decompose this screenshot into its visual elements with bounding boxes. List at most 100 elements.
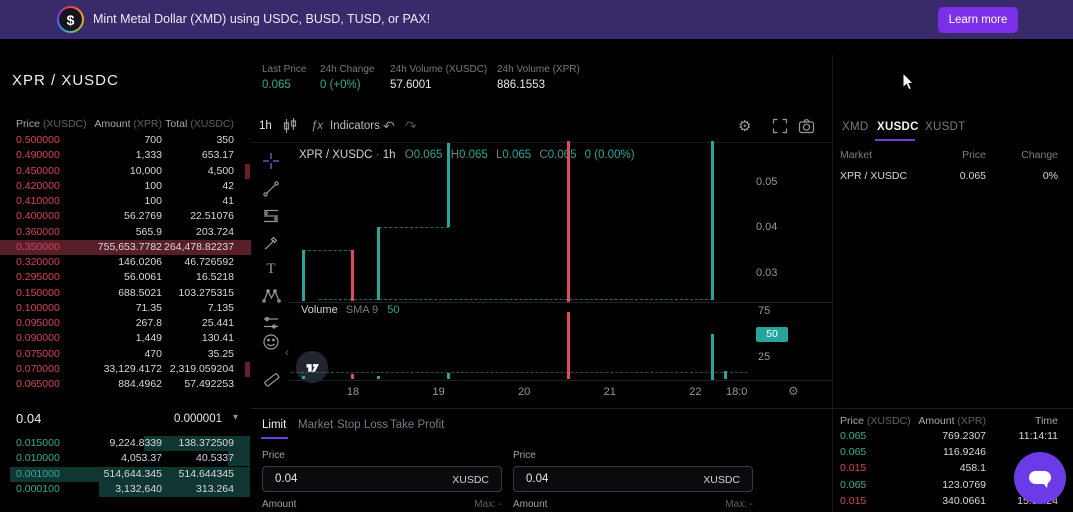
volume-bar	[447, 373, 451, 380]
amount-cell: 10,000	[129, 164, 162, 177]
price-cell: 0.360000	[16, 225, 60, 238]
total-cell: 653.17	[201, 149, 234, 162]
price-cell: 0.150000	[16, 286, 60, 299]
crosshair-icon[interactable]	[260, 150, 282, 172]
stat-label: 24h Volume (XUSDC)	[390, 64, 488, 75]
total-cell: 7.135	[207, 301, 234, 314]
markets-tab-xusdc[interactable]: XUSDC	[877, 121, 919, 133]
orderbook-buy-row[interactable]: 0.000100 3,132,640 313.264	[0, 481, 251, 497]
trade-price-cell: 0.065	[840, 430, 867, 442]
legend-interval: 1h	[382, 149, 396, 161]
orderbook-sell-row[interactable]: 0.410000 100 41	[0, 194, 251, 209]
learn-more-button[interactable]: Learn more	[938, 7, 1018, 33]
orderbook-header: Price (XUSDC) Amount (XPR) Total (XUSDC)	[0, 118, 251, 132]
markets-active-tab-underline	[875, 139, 915, 141]
trend-line-icon[interactable]	[260, 178, 282, 200]
dollar-glyph: $	[59, 8, 82, 31]
tradingview-logo[interactable]	[296, 351, 328, 383]
xabcd-pattern-icon[interactable]	[260, 285, 282, 307]
snapshot-camera-icon[interactable]	[798, 110, 815, 142]
fx-icon[interactable]: ƒx	[311, 110, 323, 142]
order-form-tab-market[interactable]: Market	[298, 419, 333, 431]
markets-column-header: Price	[962, 149, 986, 161]
legend-h-label: H	[450, 149, 459, 161]
last-price: 0.04	[16, 411, 42, 426]
amount-cell: 688.5021	[118, 286, 162, 299]
orderbook-sell-row[interactable]: 0.400000 56.2769 22.51076	[0, 209, 251, 224]
orderbook-sell-row[interactable]: 0.090000 1,449 130.41	[0, 331, 251, 346]
price-input[interactable]: 0.04 XUSDC	[262, 466, 502, 492]
collapse-panel-icon[interactable]: ‹	[285, 345, 289, 359]
amount-cell: 33,129.4172	[103, 362, 162, 375]
price-input-unit: XUSDC	[703, 474, 740, 486]
chart-settings-gear-icon[interactable]: ⚙	[738, 110, 751, 142]
orderbook-sell-row[interactable]: 0.420000 100 42	[0, 179, 251, 194]
undo-icon[interactable]: ↶	[383, 110, 395, 142]
orderbook-sell-row[interactable]: 0.150000 688.5021 103.275315	[0, 286, 251, 301]
price-cell: 0.001000	[16, 467, 60, 480]
stat-value: 57.6001	[390, 79, 432, 91]
redo-icon[interactable]: ↷	[405, 110, 417, 142]
brush-icon[interactable]	[260, 232, 282, 254]
stat-item: Last Price 0.065	[262, 64, 306, 91]
stat-label: Last Price	[262, 64, 307, 75]
price-cell: 0.490000	[16, 149, 60, 162]
orderbook-sell-row[interactable]: 0.360000 565.9 203.724	[0, 225, 251, 240]
markets-tab-xusdt[interactable]: XUSDT	[925, 121, 965, 133]
ruler-measure-icon[interactable]	[260, 368, 282, 390]
orderbook-sell-row[interactable]: 0.070000 33,129.4172 2,319.059204	[0, 361, 251, 377]
interval-button[interactable]: 1h	[259, 110, 272, 142]
chevron-down-icon[interactable]: ▾	[233, 412, 238, 423]
market-row[interactable]: XPR / XUSDC 0.065 0%	[832, 170, 1073, 186]
orderbook-sell-row[interactable]: 0.100000 71.35 7.135	[0, 301, 251, 316]
price-input[interactable]: 0.04 XUSDC	[513, 466, 753, 492]
time-axis-tick: 21	[603, 386, 616, 398]
max-label: Max: -	[725, 499, 753, 510]
orderbook-sell-row[interactable]: 0.320000 146.0206 46.726592	[0, 255, 251, 270]
price-axis-tick: 0.04	[756, 221, 778, 233]
order-form-tab-take-profit[interactable]: Take Profit	[390, 419, 444, 431]
emoji-tool-icon[interactable]	[260, 331, 282, 353]
orderbook-sell-row[interactable]: 0.095000 267.8 25.441	[0, 316, 251, 331]
pane-divider	[288, 302, 832, 303]
fib-retracement-icon[interactable]	[260, 205, 282, 227]
orderbook-buy-row[interactable]: 0.015000 9,224.8339 138.372509	[0, 436, 251, 451]
tick-size-value[interactable]: 0.000001	[174, 413, 222, 425]
orderbook-buy-row[interactable]: 0.001000 514,644.345 514.644345	[0, 466, 251, 482]
candle-style-icon[interactable]	[281, 110, 299, 142]
time-axis-tick: 22	[689, 386, 702, 398]
depth-bar	[245, 361, 250, 377]
orderbook-sell-row[interactable]: 0.450000 10,000 4,500	[0, 163, 251, 179]
time-axis-gear-icon[interactable]: ⚙	[788, 384, 799, 398]
amount-cell: 3,132,640	[115, 482, 162, 495]
total-cell: 35.25	[207, 347, 234, 360]
order-form-tab-stop-loss[interactable]: Stop Loss	[337, 419, 388, 431]
indicators-button[interactable]: Indicators	[330, 110, 380, 142]
markets-tab-xmd[interactable]: XMD	[842, 121, 868, 133]
trade-price-cell: 0.065	[840, 446, 867, 459]
orderbook-sell-row[interactable]: 0.065000 884.4962 57.492253	[0, 377, 251, 392]
order-form-tab-limit[interactable]: Limit	[262, 419, 286, 431]
amount-cell: 56.0061	[124, 271, 162, 284]
orderbook-sell-row[interactable]: 0.075000 470 35.25	[0, 347, 251, 362]
banner-message: Mint Metal Dollar (XMD) using USDC, BUSD…	[93, 12, 431, 26]
text-tool-icon[interactable]: T	[260, 258, 282, 280]
total-cell: 264,478.82237	[164, 240, 235, 253]
stat-label: 24h Volume (XPR)	[497, 64, 580, 75]
depth-bar	[245, 163, 250, 179]
chat-widget-button[interactable]	[1014, 452, 1066, 504]
volume-legend: Volume SMA 9 50	[301, 304, 399, 316]
total-cell: 103.275315	[178, 286, 234, 299]
candle-connector	[318, 299, 713, 301]
candle-bar	[711, 141, 715, 301]
orderbook-sell-row[interactable]: 0.500000 700 350	[0, 133, 251, 148]
fullscreen-icon[interactable]	[772, 110, 788, 142]
orderbook-sell-row[interactable]: 0.295000 56.0061 16.5218	[0, 270, 251, 285]
legend-sep: ·	[375, 149, 380, 161]
orderbook-sell-row[interactable]: 0.350000 755,653.7782 264,478.82237	[0, 239, 251, 255]
volume-axis-tick: 25	[758, 350, 771, 363]
trade-price-cell: 0.065	[840, 478, 867, 491]
candle-bar	[567, 141, 571, 303]
orderbook-sell-row[interactable]: 0.490000 1,333 653.17	[0, 148, 251, 163]
orderbook-buy-row[interactable]: 0.010000 4,053.37 40.5337	[0, 451, 251, 467]
